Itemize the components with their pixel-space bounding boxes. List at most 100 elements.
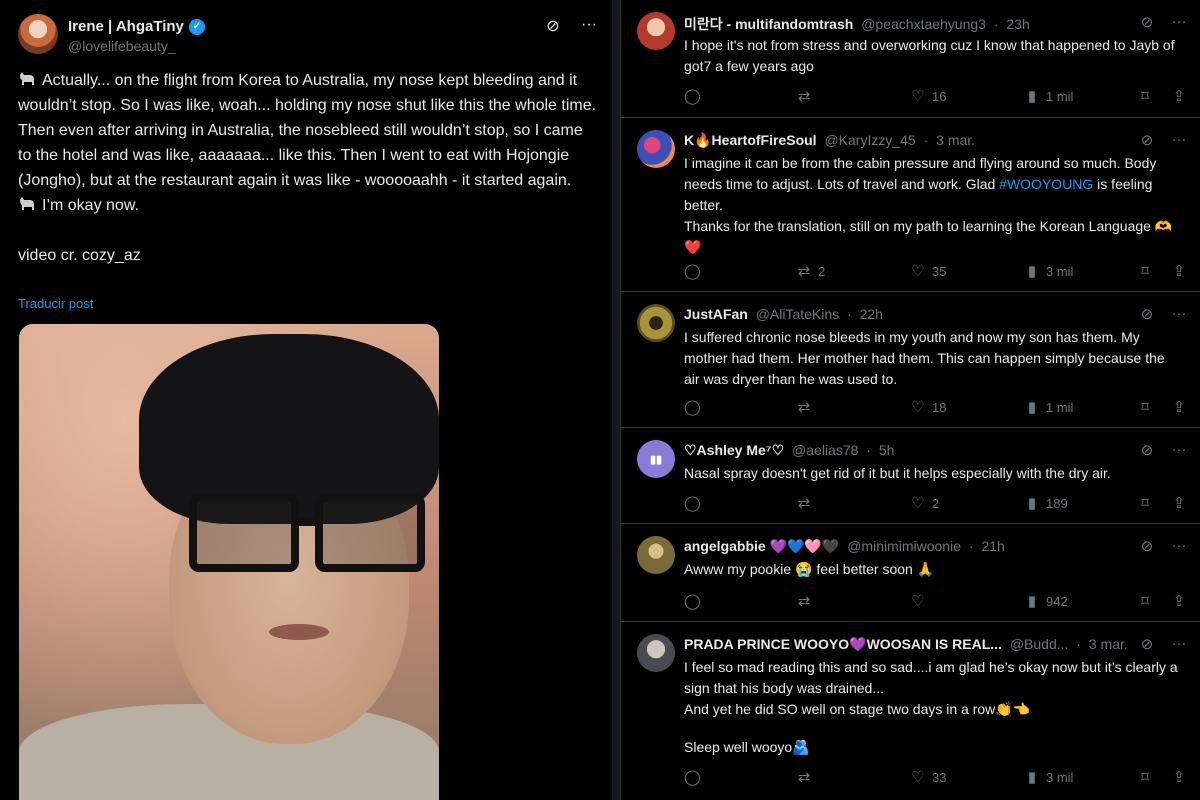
share-button[interactable]: ⇪	[1171, 87, 1187, 105]
more-icon[interactable]: ···	[580, 16, 598, 36]
more-icon[interactable]: ···	[1171, 13, 1187, 31]
author-avatar[interactable]	[18, 14, 58, 54]
like-button[interactable]: ♡ 16	[910, 87, 946, 105]
grok-icon[interactable]: ⊘	[1139, 305, 1155, 323]
reply-author-handle[interactable]: @aelias78	[792, 442, 858, 458]
retweet-button[interactable]: ⇄	[796, 494, 818, 512]
grok-icon[interactable]: ⊘	[544, 16, 562, 36]
reply-actions: ◯ ⇄ ♡ 18 ▮ 1 mil ⌑ ⇪	[684, 398, 1187, 418]
views-button[interactable]: ▮ 942	[1024, 592, 1068, 610]
reply-author-handle[interactable]: @AliTateKins	[756, 306, 839, 322]
grok-icon[interactable]: ⊘	[1139, 537, 1155, 555]
reply-item[interactable]: ▮▮ ♡Ashley Me⁷♡ @aelias78 · 5h ⊘ ··· Nas…	[621, 428, 1200, 524]
reply-author-name[interactable]: angelgabbie 💜💙🩷🖤	[684, 538, 839, 554]
translate-post-link[interactable]: Traducir post	[18, 296, 93, 311]
grok-icon[interactable]: ⊘	[1139, 441, 1155, 459]
reply-button[interactable]: ◯	[684, 262, 706, 280]
reply-text: I feel so mad reading this and so sad...…	[684, 659, 1178, 755]
reply-author-name[interactable]: K🔥HeartofFireSoul	[684, 132, 817, 148]
more-icon[interactable]: ···	[1171, 305, 1187, 323]
reply-button[interactable]: ◯	[684, 398, 706, 416]
bookmark-button[interactable]: ⌑	[1137, 592, 1153, 610]
grok-icon[interactable]: ⊘	[1139, 131, 1155, 149]
like-button[interactable]: ♡ 2	[910, 494, 939, 512]
views-button[interactable]: ▮ 3 mil	[1024, 768, 1074, 786]
reply-author-handle[interactable]: @minimimiwoonie	[847, 538, 961, 554]
bookmark-button[interactable]: ⌑	[1137, 87, 1153, 105]
retweet-icon: ⇄	[797, 769, 811, 786]
author-name[interactable]: Irene | AhgaTiny	[68, 18, 184, 35]
reply-item[interactable]: angelgabbie 💜💙🩷🖤 @minimimiwoonie · 21h ⊘…	[621, 524, 1200, 622]
views-icon: ▮	[1027, 495, 1037, 512]
grok-icon[interactable]: ⊘	[1139, 13, 1155, 31]
reply-avatar[interactable]	[637, 536, 675, 574]
reply-time[interactable]: 22h	[860, 306, 883, 322]
reply-avatar[interactable]	[637, 304, 675, 342]
reply-button[interactable]: ◯	[684, 592, 706, 610]
retweet-button[interactable]: ⇄ 2	[796, 262, 826, 280]
reply-author-name[interactable]: ♡Ashley Me⁷♡	[684, 442, 784, 458]
like-button[interactable]: ♡ 33	[910, 768, 946, 786]
reply-author-name[interactable]: PRADA PRINCE WOOYO💜WOOSAN IS REAL...	[684, 636, 1002, 652]
more-icon[interactable]: ···	[1171, 441, 1187, 459]
bookmark-button[interactable]: ⌑	[1137, 494, 1153, 512]
share-button[interactable]: ⇪	[1171, 592, 1187, 610]
reply-item[interactable]: 미란다 - multifandomtrash @peachxtaehyung3 …	[621, 0, 1200, 118]
share-icon: ⇪	[1172, 593, 1186, 610]
reply-item[interactable]: K🔥HeartofFireSoul @KaryIzzy_45 · 3 mar. …	[621, 118, 1200, 292]
reply-author-handle[interactable]: @Budd...	[1010, 636, 1069, 652]
retweet-button[interactable]: ⇄	[796, 768, 818, 786]
bookmark-button[interactable]: ⌑	[1137, 768, 1153, 786]
views-icon: ▮	[1027, 593, 1037, 610]
share-button[interactable]: ⇪	[1171, 494, 1187, 512]
share-icon: ⇪	[1172, 263, 1186, 280]
hashtag-link[interactable]: #WOOYOUNG	[999, 176, 1093, 192]
reply-avatar[interactable]	[637, 634, 675, 672]
grok-icon[interactable]: ⊘	[1139, 635, 1155, 653]
reply-author-handle[interactable]: @KaryIzzy_45	[824, 132, 915, 148]
reply-button[interactable]: ◯	[684, 87, 706, 105]
more-icon[interactable]: ···	[1171, 537, 1187, 555]
reply-header: ♡Ashley Me⁷♡ @aelias78 · 5h	[684, 442, 895, 458]
reply-avatar[interactable]	[637, 12, 675, 50]
bookmark-button[interactable]: ⌑	[1137, 398, 1153, 416]
like-button[interactable]: ♡	[910, 592, 932, 610]
retweet-button[interactable]: ⇄	[796, 87, 818, 105]
reply-time[interactable]: 3 mar.	[1089, 636, 1128, 652]
retweet-button[interactable]: ⇄	[796, 398, 818, 416]
share-button[interactable]: ⇪	[1171, 768, 1187, 786]
reply-avatar[interactable]	[637, 130, 675, 168]
reply-time[interactable]: 5h	[879, 442, 895, 458]
video-player[interactable]	[19, 324, 439, 800]
views-button[interactable]: ▮ 1 mil	[1024, 87, 1074, 105]
reply-button[interactable]: ◯	[684, 494, 706, 512]
share-button[interactable]: ⇪	[1171, 262, 1187, 280]
like-button[interactable]: ♡ 18	[910, 398, 946, 416]
share-button[interactable]: ⇪	[1171, 398, 1187, 416]
reply-avatar[interactable]: ▮▮	[637, 440, 675, 478]
reply-author-handle[interactable]: @peachxtaehyung3	[861, 16, 986, 32]
bookmark-button[interactable]: ⌑	[1137, 262, 1153, 280]
reply-time[interactable]: 3 mar.	[936, 132, 975, 148]
reply-author-name[interactable]: 미란다 - multifandomtrash	[684, 16, 853, 32]
retweet-button[interactable]: ⇄	[796, 592, 818, 610]
views-button[interactable]: ▮ 189	[1024, 494, 1068, 512]
reply-button[interactable]: ◯	[684, 768, 706, 786]
views-button[interactable]: ▮ 1 mil	[1024, 398, 1074, 416]
heart-icon: ♡	[911, 769, 925, 786]
views-button[interactable]: ▮ 3 mil	[1024, 262, 1074, 280]
share-icon: ⇪	[1172, 495, 1186, 512]
reply-item[interactable]: JustAFan @AliTateKins · 22h ⊘ ··· I suff…	[621, 292, 1200, 428]
black-cat-icon	[20, 72, 34, 85]
reply-time[interactable]: 21h	[981, 538, 1004, 554]
share-icon: ⇪	[1172, 88, 1186, 105]
like-button[interactable]: ♡ 35	[910, 262, 946, 280]
reply-author-name[interactable]: JustAFan	[684, 306, 748, 322]
reply-time[interactable]: 23h	[1006, 16, 1029, 32]
more-icon[interactable]: ···	[1171, 635, 1187, 653]
more-icon[interactable]: ···	[1171, 131, 1187, 149]
author-handle[interactable]: @lovelifebeauty_	[68, 38, 176, 54]
reply-header: JustAFan @AliTateKins · 22h	[684, 306, 883, 322]
reply-actions: ◯ ⇄ ♡ 33 ▮ 3 mil ⌑ ⇪	[684, 768, 1187, 788]
reply-item[interactable]: PRADA PRINCE WOOYO💜WOOSAN IS REAL... @Bu…	[621, 622, 1200, 800]
